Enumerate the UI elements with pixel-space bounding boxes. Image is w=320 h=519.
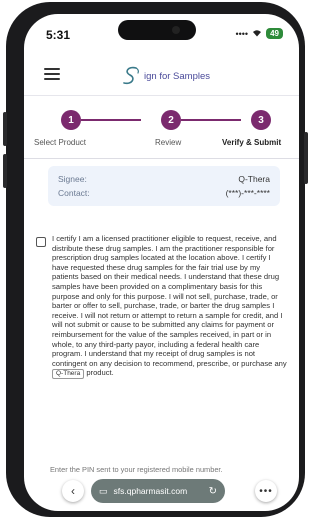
step-3-label: Verify & Submit <box>222 138 282 147</box>
phone-frame: 5:31 •••• 49 ign for Samples 1 2 3 Selec… <box>3 2 308 517</box>
signee-value: Q-Thera <box>238 174 270 184</box>
step-3-circle[interactable]: 3 <box>251 110 271 130</box>
product-field: Q-Thera <box>52 369 85 380</box>
step-2-circle[interactable]: 2 <box>161 110 181 130</box>
status-bar: 5:31 •••• 49 <box>24 14 299 48</box>
status-icons: •••• 49 <box>235 28 283 39</box>
signal-icon: •••• <box>235 28 249 39</box>
signee-card: Signee: Q-Thera Contact: (***)-***-**** <box>48 166 280 206</box>
more-dots-icon: ••• <box>259 485 273 497</box>
dynamic-island <box>118 20 196 40</box>
signee-row: Signee: Q-Thera <box>58 174 270 188</box>
menu-icon[interactable] <box>44 68 60 80</box>
consent-suffix: product. <box>86 368 114 378</box>
power-button <box>304 132 308 184</box>
step-2-label: Review <box>155 138 182 147</box>
logo-text: ign for Samples <box>144 70 211 82</box>
step-connector <box>181 119 241 121</box>
browser-toolbar: ‹ ▭ sfs.qpharmasit.com ↻ ••• <box>24 476 299 511</box>
wifi-icon <box>252 29 262 39</box>
consent-body: I certify I am a licensed practitioner e… <box>52 234 287 368</box>
back-button[interactable]: ‹ <box>62 480 84 502</box>
contact-label: Contact: <box>58 188 90 198</box>
signee-label: Signee: <box>58 174 87 184</box>
step-connector <box>81 119 141 121</box>
battery-icon: 49 <box>266 28 283 39</box>
status-time: 5:31 <box>46 28 71 42</box>
reload-icon[interactable]: ↻ <box>209 486 217 497</box>
back-chevron-icon: ‹ <box>71 484 75 498</box>
volume-up-button <box>3 112 7 146</box>
sign-for-samples-logo: ign for Samples <box>120 64 210 88</box>
page-icon: ▭ <box>99 485 108 496</box>
volume-down-button <box>3 154 7 188</box>
step-1-circle[interactable]: 1 <box>61 110 81 130</box>
camera-icon <box>172 26 180 34</box>
consent-checkbox[interactable] <box>36 237 46 247</box>
step-1-label: Select Product <box>34 138 87 147</box>
consent-text: I certify I am a licensed practitioner e… <box>52 234 288 380</box>
contact-value: (***)-***-**** <box>225 188 270 198</box>
url-bar[interactable]: ▭ sfs.qpharmasit.com ↻ <box>91 479 225 503</box>
url-text: sfs.qpharmasit.com <box>113 486 188 496</box>
logo-swirl-icon <box>123 66 139 85</box>
contact-row: Contact: (***)-***-**** <box>58 188 270 202</box>
section-divider <box>24 158 299 159</box>
phone-screen: 5:31 •••• 49 ign for Samples 1 2 3 Selec… <box>24 14 299 511</box>
more-button[interactable]: ••• <box>255 480 277 502</box>
app-header: ign for Samples <box>24 56 299 96</box>
pin-instruction: Enter the PIN sent to your registered mo… <box>50 465 223 474</box>
progress-stepper: 1 2 3 Select Product Review Verify & Sub… <box>24 108 299 152</box>
